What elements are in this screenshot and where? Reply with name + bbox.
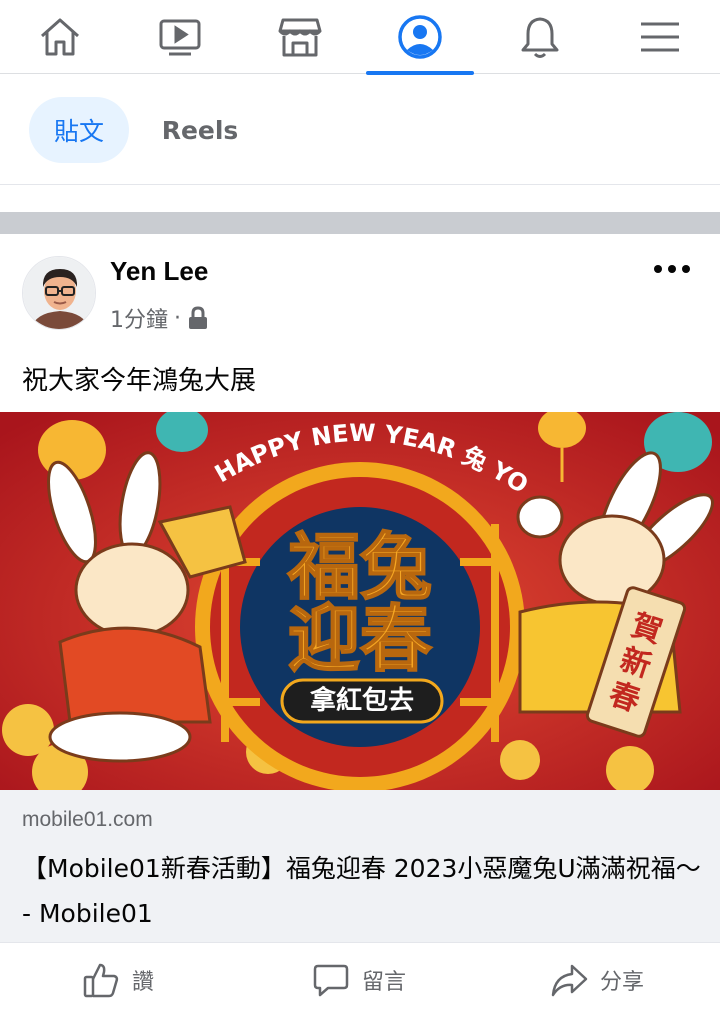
meta-separator: · [174, 305, 181, 331]
nav-menu[interactable] [606, 0, 714, 74]
profile-icon [398, 15, 442, 59]
link-title[interactable]: 【Mobile01新春活動】福兔迎春 2023小惡魔兔U滿滿祝福～ - Mobi… [22, 846, 702, 936]
share-label: 分享 [600, 970, 645, 995]
tab-reels[interactable]: Reels [150, 97, 250, 163]
link-image[interactable]: HAPPY NEW YEAR 兔 YOU 福兔 迎春 拿紅包去 賀新春 [0, 412, 720, 790]
author-name[interactable]: Yen Lee [110, 256, 208, 287]
tab-posts[interactable]: 貼文 [29, 97, 129, 163]
nav-video[interactable] [126, 0, 234, 74]
comment-button[interactable]: 留言 [312, 961, 406, 999]
post-actions: 讚 留言 分享 [0, 942, 720, 1009]
avatar-image [23, 257, 95, 329]
like-button[interactable]: 讚 [82, 961, 154, 999]
post-time[interactable]: 1分鐘 [110, 302, 168, 334]
post-meta: 1分鐘 · [110, 302, 209, 334]
comment-icon [313, 964, 349, 997]
nav-home[interactable] [6, 0, 114, 74]
banner-pill-text: 拿紅包去 [309, 685, 414, 716]
top-nav [0, 0, 720, 75]
thumbs-up-icon [83, 963, 119, 998]
nav-profile[interactable] [366, 0, 474, 75]
comment-label: 留言 [362, 970, 407, 995]
more-options-button[interactable] [654, 262, 690, 276]
link-preview[interactable]: mobile01.com 【Mobile01新春活動】福兔迎春 2023小惡魔兔… [0, 790, 720, 942]
share-button[interactable]: 分享 [550, 961, 644, 999]
banner-illustration: HAPPY NEW YEAR 兔 YOU 福兔 迎春 拿紅包去 賀新春 [0, 412, 720, 790]
link-domain: mobile01.com [22, 808, 153, 831]
section-divider [0, 212, 720, 234]
nav-marketplace[interactable] [246, 0, 354, 74]
post-card: Yen Lee 1分鐘 · 祝大家今年鴻兔大展 HAPPY NEW YEAR 兔… [0, 234, 720, 1009]
dot-icon [682, 265, 690, 273]
menu-icon [641, 22, 679, 52]
post-text: 祝大家今年鴻兔大展 [22, 366, 257, 396]
banner-title-2: 迎春 [288, 597, 432, 681]
lock-icon [189, 306, 207, 329]
home-icon [41, 18, 79, 56]
nav-notifications[interactable] [486, 0, 594, 74]
marketplace-icon [278, 18, 322, 57]
filter-chips: 貼文 Reels [0, 75, 720, 185]
bell-icon [521, 17, 559, 58]
dot-icon [654, 265, 662, 273]
video-icon [159, 19, 201, 56]
like-label: 讚 [132, 970, 155, 995]
share-icon [551, 964, 588, 997]
avatar[interactable] [22, 256, 96, 330]
dot-icon [668, 265, 676, 273]
